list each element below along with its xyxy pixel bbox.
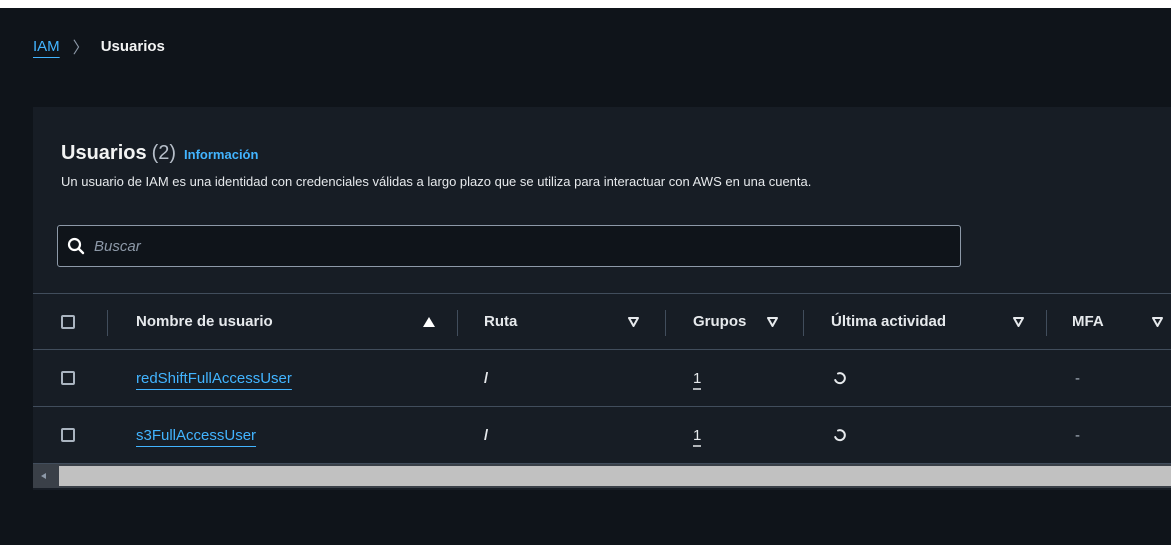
panel-header: Usuarios (2) Información Un usuario de I…	[61, 142, 811, 189]
page-title: Usuarios	[61, 142, 147, 164]
select-all-checkbox[interactable]	[61, 314, 75, 329]
scrollbar-thumb[interactable]	[59, 466, 1171, 486]
sort-icon[interactable]	[767, 294, 778, 349]
loading-icon	[834, 372, 846, 385]
user-count: (2)	[151, 142, 177, 164]
table-row: redShiftFullAccessUser / 1 -	[33, 350, 1171, 407]
users-panel: Usuarios (2) Información Un usuario de I…	[33, 107, 1171, 490]
path-value: /	[484, 369, 489, 387]
groups-count-link[interactable]: 1	[693, 370, 701, 387]
column-divider[interactable]	[457, 310, 458, 336]
select-all-cell	[61, 294, 75, 349]
groups-cell: 1	[693, 350, 701, 406]
top-strip	[0, 0, 1171, 8]
search-box[interactable]	[57, 225, 961, 267]
mfa-value: -	[1075, 426, 1080, 444]
path-cell: /	[484, 350, 488, 406]
breadcrumb-separator: 〉	[72, 40, 89, 57]
search-icon	[67, 237, 85, 255]
column-divider[interactable]	[665, 310, 666, 336]
username-link[interactable]: redShiftFullAccessUser	[136, 370, 292, 387]
groups-count-link[interactable]: 1	[693, 427, 701, 444]
column-header-username[interactable]: Nombre de usuario	[136, 294, 273, 349]
username-link[interactable]: s3FullAccessUser	[136, 427, 256, 444]
scroll-left-icon[interactable]	[37, 469, 51, 483]
username-cell: s3FullAccessUser	[136, 407, 256, 463]
sort-icon[interactable]	[628, 294, 639, 349]
path-cell: /	[484, 407, 488, 463]
sort-icon[interactable]	[1152, 294, 1163, 349]
row-checkbox-cell	[61, 350, 75, 406]
loading-icon	[834, 429, 846, 442]
breadcrumb: IAM 〉 Usuarios	[33, 34, 165, 58]
column-divider[interactable]	[1046, 310, 1047, 336]
info-link[interactable]: Información	[184, 147, 258, 162]
username-cell: redShiftFullAccessUser	[136, 350, 292, 406]
search-input[interactable]	[92, 236, 960, 256]
column-header-groups[interactable]: Grupos	[693, 294, 761, 349]
row-checkbox[interactable]	[61, 428, 75, 442]
groups-cell: 1	[693, 407, 701, 463]
row-checkbox-cell	[61, 407, 75, 463]
last-activity-cell	[833, 350, 847, 406]
mfa-value: -	[1075, 369, 1080, 387]
table-row: s3FullAccessUser / 1 -	[33, 407, 1171, 464]
mfa-cell: -	[1075, 407, 1080, 463]
column-header-mfa[interactable]: MFA	[1072, 294, 1104, 349]
breadcrumb-current: Usuarios	[100, 37, 165, 55]
sort-icon[interactable]	[1013, 294, 1024, 349]
panel-description: Un usuario de IAM es una identidad con c…	[61, 174, 812, 189]
sort-ascending-icon[interactable]	[423, 294, 435, 349]
row-checkbox[interactable]	[61, 371, 75, 385]
horizontal-scrollbar[interactable]	[33, 464, 1171, 488]
table-header: Nombre de usuario Ruta Grupos Última act…	[33, 293, 1171, 350]
breadcrumb-iam-link[interactable]: IAM	[33, 38, 60, 55]
column-divider[interactable]	[107, 310, 108, 336]
column-header-last-activity[interactable]: Última actividad	[831, 294, 946, 349]
last-activity-cell	[833, 407, 847, 463]
column-header-path[interactable]: Ruta	[484, 294, 517, 349]
mfa-cell: -	[1075, 350, 1080, 406]
path-value: /	[484, 426, 489, 444]
column-divider[interactable]	[803, 310, 804, 336]
